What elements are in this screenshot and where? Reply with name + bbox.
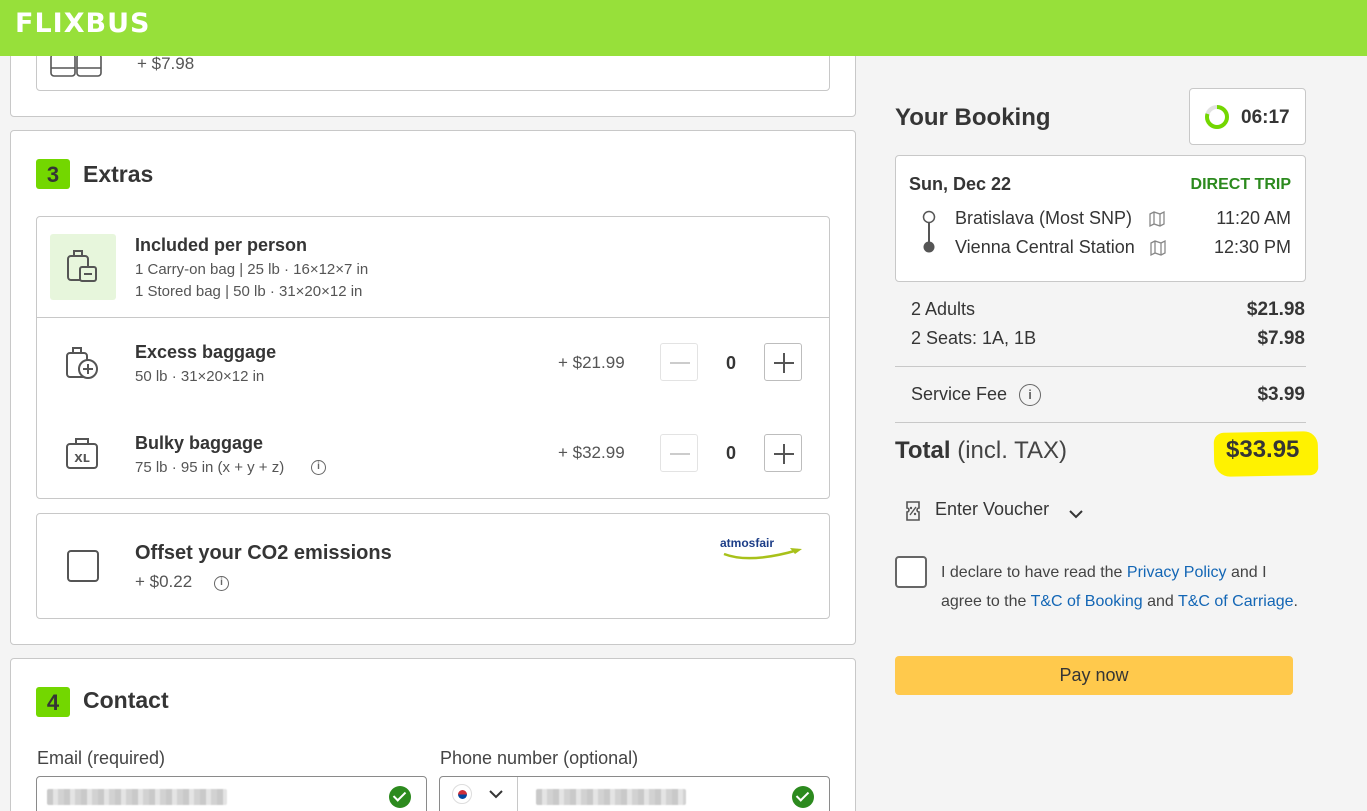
section-title: Contact [83,687,169,713]
total-price: $33.95 [1226,436,1300,463]
map-icon[interactable] [1149,239,1167,262]
privacy-policy-link[interactable]: Privacy Policy [1127,564,1227,581]
phone-valid-icon [792,786,814,808]
top-header: FLIXBUS [0,0,1367,56]
bulky-info-icon[interactable]: i [311,460,326,475]
co2-offset-option: Offset your CO2 emissions + $0.22 i atmo… [36,513,830,619]
seats-label: 2 Seats: 1A, 1B [911,328,1037,348]
bulky-desc: 75 lb · 95 in (x + y + z) [135,459,285,476]
phone-label: Phone number (optional) [440,748,639,768]
trip-card: Sun, Dec 22 DIRECT TRIP Bratislava (Most… [895,155,1306,282]
bulky-price: + $32.99 [558,443,625,462]
email-field[interactable] [36,776,427,811]
terms-text: I declare to have read the Privacy Polic… [941,564,1298,610]
luggage-icon [65,248,101,291]
svg-text:XL: XL [74,452,90,465]
fee-info-icon[interactable]: i [1019,384,1041,406]
map-icon[interactable] [1148,210,1166,233]
excess-desc: 50 lb · 31×20×12 in [135,368,265,385]
seat-icon [49,52,105,83]
bulky-quantity: 0 [725,443,736,463]
korea-flag-icon [452,784,472,804]
swoosh-icon [720,546,804,567]
departure-time: 11:20 AM [1216,208,1291,228]
add-luggage-icon [65,345,101,388]
excess-quantity: 0 [725,353,736,373]
divider [37,317,829,318]
total-sublabel: (incl. TAX) [957,437,1068,464]
excess-title: Excess baggage [135,342,277,362]
seats-price: $7.98 [1257,328,1305,349]
voucher-toggle[interactable]: Enter Voucher [904,498,1094,524]
voucher-label: Enter Voucher [935,499,1050,519]
excess-increment-button[interactable] [764,343,802,381]
service-fee-label: Service Fee [911,384,1008,404]
terms-checkbox[interactable] [895,556,927,588]
extras-section: 3 Extras Included per person 1 Carry-on … [10,130,856,645]
flixbus-logo[interactable]: FLIXBUS [15,8,150,39]
co2-offset-checkbox[interactable] [67,550,99,582]
pay-now-label: Pay now [1059,665,1129,685]
trip-date: Sun, Dec 22 [909,174,1012,194]
departure-station[interactable]: Bratislava (Most SNP) [955,208,1132,229]
chevron-down-icon [1069,506,1083,524]
step-badge: 3 [36,159,70,189]
section-title: Extras [83,161,154,187]
timer-progress-icon [1204,104,1230,135]
divider [895,422,1306,423]
booking-title: Your Booking [895,104,1051,131]
arrival-station[interactable]: Vienna Central Station [955,237,1135,258]
voucher-icon [904,501,922,526]
tc-carriage-link[interactable]: T&C of Carriage [1178,593,1294,610]
total-label: Total (incl. TAX) [895,437,1068,464]
included-title: Included per person [135,235,308,255]
arrival-time: 12:30 PM [1213,237,1291,257]
service-fee-price: $3.99 [1257,384,1305,405]
included-icon-box [50,234,116,300]
excess-price: + $21.99 [558,353,625,372]
adults-label: 2 Adults [911,299,976,319]
contact-section: 4 Contact Email (required) Phone number … [10,658,856,811]
atmosfair-logo: atmosfair [720,536,804,562]
co2-price: + $0.22 [135,572,193,591]
email-valid-icon [389,786,411,808]
excess-decrement-button[interactable] [660,343,698,381]
included-line-2: 1 Stored bag | 50 lb · 31×20×12 in [135,283,363,300]
phone-value-redacted [536,789,686,805]
divider [895,366,1306,367]
seat-price: + $7.98 [137,54,195,73]
bulky-decrement-button[interactable] [660,434,698,472]
luggage-options: Included per person 1 Carry-on bag | 25 … [36,216,830,499]
phone-field [439,776,830,811]
email-label: Email (required) [37,748,166,768]
pay-now-button[interactable]: Pay now [895,656,1293,695]
included-line-1: 1 Carry-on bag | 25 lb · 16×12×7 in [135,261,369,278]
timer-value: 06:17 [1241,107,1290,128]
reservation-timer: 06:17 [1189,88,1306,145]
step-badge: 4 [36,687,70,717]
trip-type-badge: DIRECT TRIP [1190,176,1291,193]
xl-luggage-icon: XL [65,437,101,476]
bulky-increment-button[interactable] [764,434,802,472]
route-line [922,210,936,261]
tc-booking-link[interactable]: T&C of Booking [1031,593,1143,610]
email-value-redacted [47,789,227,805]
adults-price: $21.98 [1246,299,1305,320]
co2-info-icon[interactable]: i [214,576,229,591]
chevron-down-icon [489,786,503,804]
country-code-select[interactable] [440,777,518,811]
bulky-title: Bulky baggage [135,433,264,453]
co2-title: Offset your CO2 emissions [135,542,392,564]
